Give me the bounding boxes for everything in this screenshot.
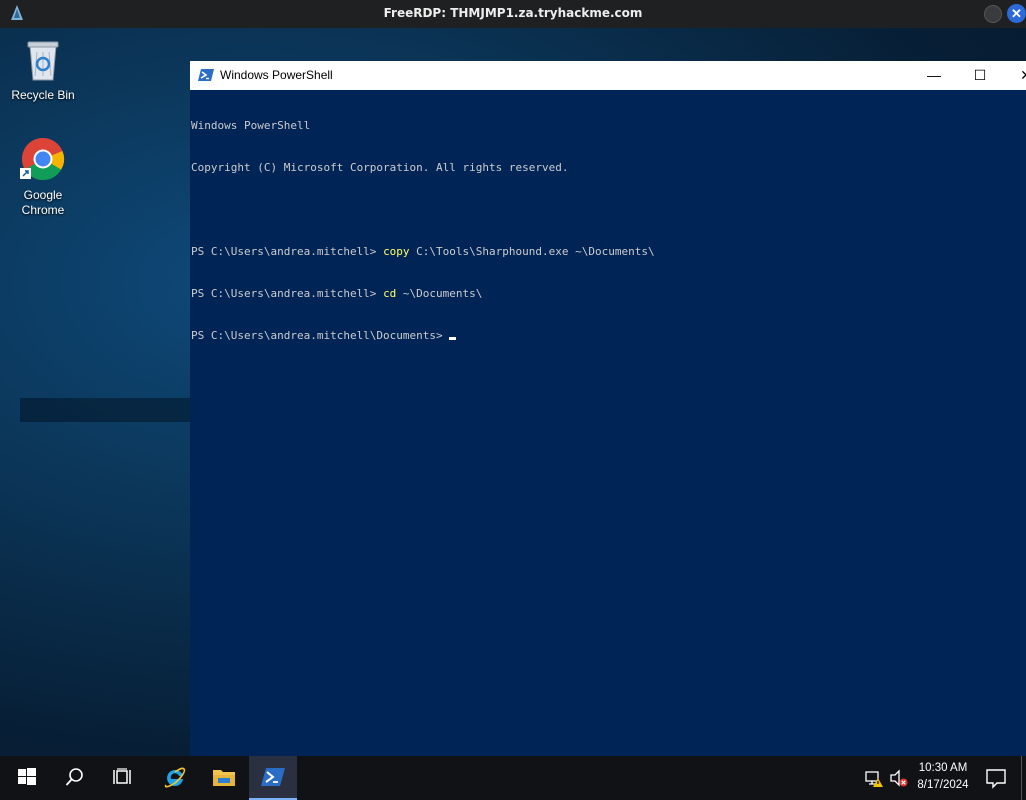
wallpaper-shadow: [20, 398, 200, 422]
internet-explorer-icon: [164, 767, 186, 788]
minimize-circle-icon[interactable]: [984, 5, 1002, 23]
prompt: PS C:\Users\andrea.mitchell\Documents>: [191, 329, 450, 342]
powershell-window[interactable]: Windows PowerShell — ☐ ✕ Windows PowerSh…: [190, 61, 1026, 756]
powershell-icon: [261, 768, 285, 786]
system-clock[interactable]: 10:30 AM 8/17/2024: [910, 760, 976, 794]
clock-time: 10:30 AM: [918, 762, 968, 774]
console-line: Copyright (C) Microsoft Corporation. All…: [191, 161, 569, 174]
task-view-icon: [113, 768, 131, 784]
desktop-icon-label: Recycle Bin: [11, 88, 75, 102]
volume-muted-icon[interactable]: [889, 768, 909, 788]
maximize-button[interactable]: ☐: [957, 61, 1003, 90]
console-line: PS C:\Users\andrea.mitchell> cd ~\Docume…: [191, 287, 1026, 301]
console-line: PS C:\Users\andrea.mitchell> copy C:\Too…: [191, 245, 1026, 259]
taskbar: 10:30 AM 8/17/2024: [0, 756, 1026, 800]
command-name: copy: [383, 245, 410, 258]
taskbar-internet-explorer[interactable]: [151, 756, 199, 800]
command-name: cd: [383, 287, 397, 300]
taskbar-powershell[interactable]: [249, 756, 297, 800]
command-args: ~\Documents\: [396, 287, 483, 300]
desktop-icon-label-line1: Google: [23, 188, 63, 202]
prompt: PS C:\Users\andrea.mitchell>: [191, 245, 384, 258]
desktop-icon-google-chrome[interactable]: Google Chrome: [3, 136, 83, 218]
file-explorer-icon: [213, 770, 235, 786]
close-button[interactable]: ✕: [1003, 61, 1026, 90]
freerdp-titlebar: FreeRDP: THMJMP1.za.tryhackme.com ✕: [0, 0, 1026, 28]
desktop-icon-label: Google Chrome: [3, 188, 83, 218]
show-desktop-button[interactable]: [1021, 756, 1022, 800]
minimize-button[interactable]: —: [911, 61, 957, 90]
clock-date: 8/17/2024: [917, 779, 969, 791]
desktop-icon-label-line2: Chrome: [21, 203, 65, 217]
search-icon: [65, 768, 83, 786]
powershell-icon: [198, 69, 214, 81]
text-cursor: [449, 337, 457, 340]
taskbar-file-explorer[interactable]: [200, 756, 248, 800]
search-button[interactable]: [52, 756, 100, 800]
freerdp-window-title: FreeRDP: THMJMP1.za.tryhackme.com: [383, 6, 643, 20]
console-line: PS C:\Users\andrea.mitchell\Documents>: [191, 329, 1026, 343]
windows-start-icon: [18, 768, 36, 785]
powershell-titlebar[interactable]: Windows PowerShell — ☐ ✕: [190, 61, 1026, 90]
console-line: Windows PowerShell: [191, 119, 311, 132]
network-warning-icon[interactable]: [864, 768, 884, 788]
recycle-bin-icon: [27, 41, 59, 81]
action-center-icon[interactable]: [984, 766, 1008, 790]
chrome-icon: [20, 138, 65, 181]
window-title: Windows PowerShell: [220, 68, 333, 82]
desktop-icon-recycle-bin[interactable]: Recycle Bin: [3, 38, 83, 103]
prompt: PS C:\Users\andrea.mitchell>: [191, 287, 384, 300]
close-circle-icon[interactable]: ✕: [1007, 4, 1026, 23]
start-button[interactable]: [4, 756, 52, 800]
task-view-button[interactable]: [100, 756, 148, 800]
command-args: C:\Tools\Sharphound.exe ~\Documents\: [409, 245, 655, 258]
console-output[interactable]: Windows PowerShell Copyright (C) Microso…: [191, 91, 1026, 371]
